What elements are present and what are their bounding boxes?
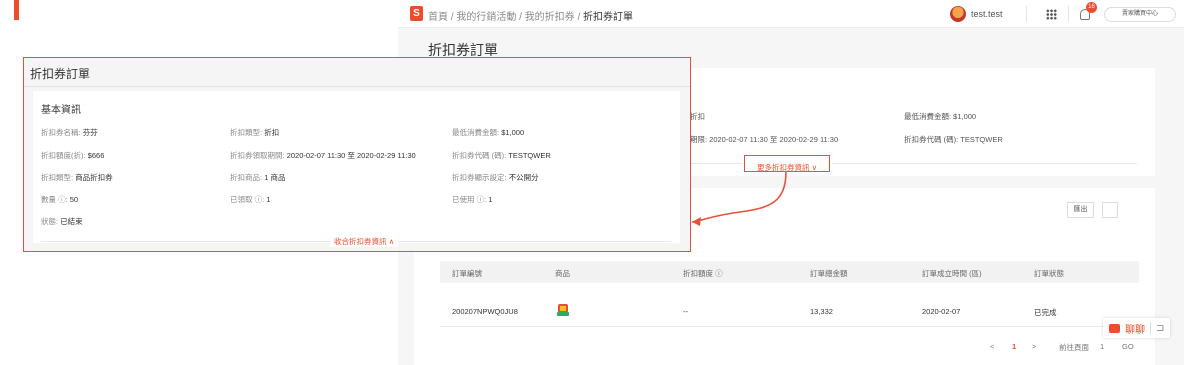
user-avatar-icon — [950, 6, 966, 22]
field-value: 1 商品 — [264, 173, 286, 182]
info-field: 折扣券顯示設定: 不公開分 — [452, 172, 539, 183]
goto-page-label: 前往頁面 — [1059, 343, 1089, 352]
order-total: 13,332 — [810, 307, 833, 316]
prev-page-button[interactable]: < — [990, 342, 994, 351]
divider — [1068, 6, 1069, 22]
field-label: 折扣商品: — [230, 173, 263, 182]
field-value: $1,000 — [501, 128, 525, 137]
section-title: 基本資訊 — [41, 105, 81, 116]
side-accent-bar — [14, 0, 19, 20]
divider — [690, 163, 742, 164]
field-label: 已使用 ⓘ: — [452, 195, 487, 204]
apps-grid-icon[interactable] — [1046, 9, 1057, 20]
field-value: TESTQWER — [508, 151, 551, 160]
field-value: 已結束 — [60, 217, 83, 226]
export-button[interactable]: 匯出 — [1067, 202, 1094, 218]
collapse-voucher-info-link[interactable]: 收合折扣券資訊 ∧ — [330, 236, 399, 247]
list-view-icon[interactable] — [1102, 202, 1118, 218]
panel-title: 折扣券訂單 — [30, 67, 91, 81]
field-label: 折扣類型: — [41, 173, 74, 182]
breadcrumb-separator: / — [450, 12, 454, 23]
highlight-box — [744, 155, 830, 172]
column-header: 訂單編號 — [452, 269, 482, 278]
info-field: 折扣 — [690, 112, 705, 121]
info-field: 折扣商品: 1 商品 — [230, 172, 285, 183]
field-value: 1 — [266, 195, 271, 204]
shopee-logo-icon[interactable]: S — [410, 6, 423, 21]
divider — [1150, 322, 1151, 334]
field-label: 折扣券名稱: — [41, 128, 81, 137]
user-menu[interactable]: test.test — [950, 5, 1003, 23]
go-button[interactable]: GO — [1122, 342, 1134, 351]
field-label: 折扣券領取期間: — [230, 151, 285, 160]
chat-widget[interactable]: 聊聊 ⊐ — [1103, 318, 1171, 338]
info-field: 已使用 ⓘ: 1 — [452, 194, 492, 205]
column-header: 折扣額度 ⓘ — [683, 269, 723, 278]
info-field: 折扣券領取期間: 2020-02-07 11:30 至 2020-02-29 1… — [230, 150, 416, 161]
field-label: 已領取 ⓘ: — [230, 195, 265, 204]
breadcrumb-home[interactable]: 首頁 — [428, 12, 448, 23]
divider — [832, 163, 1137, 164]
divider — [24, 86, 690, 87]
next-page-button[interactable]: > — [1032, 342, 1036, 351]
field-value: 1 — [488, 195, 493, 204]
info-field: 折扣券代碼 (碼): TESTQWER — [904, 135, 1003, 144]
field-label: 折扣類型: — [230, 128, 263, 137]
field-label: 折扣券顯示設定: — [452, 173, 507, 182]
info-field: 折扣額度(折): $666 — [41, 150, 104, 161]
field-value: 芬芬 — [82, 128, 98, 137]
order-created: 2020-02-07 — [922, 307, 961, 316]
field-value: 不公開分 — [508, 173, 539, 182]
field-label: 數量 ⓘ: — [41, 195, 68, 204]
column-header: 商品 — [555, 269, 570, 278]
info-field: 狀態: 已結束 — [41, 216, 83, 227]
field-value: 折扣 — [264, 128, 280, 137]
field-label: 折扣額度(折): — [41, 151, 86, 160]
breadcrumb: 首頁 / 我的行銷活動 / 我的折扣券 / 折扣券訂單 — [428, 8, 633, 23]
field-label: 狀態: — [41, 217, 59, 226]
breadcrumb-separator: / — [577, 12, 581, 23]
field-label: 最低消費金額: — [452, 128, 500, 137]
info-field: 折扣券代碼 (碼): TESTQWER — [452, 150, 551, 161]
info-field: 折扣類型: 商品折扣券 — [41, 172, 113, 183]
zoomed-voucher-info-panel: 折扣券訂單 基本資訊 折扣券名稱: 芬芬 折扣類型: 折扣 最低消費金額: $1… — [23, 57, 691, 252]
breadcrumb-marketing[interactable]: 我的行銷活動 — [456, 12, 516, 23]
seller-center-button[interactable]: 賣家購買中心 — [1104, 7, 1176, 22]
column-header: 訂單成立時間 (區) — [922, 269, 982, 278]
current-page[interactable]: 1 — [1012, 342, 1016, 351]
divider — [440, 326, 1139, 327]
order-discount: -- — [683, 307, 688, 316]
order-status: 已完成 — [1034, 308, 1057, 317]
username: test.test — [971, 9, 1003, 19]
field-value: 商品折扣券 — [75, 173, 113, 182]
chat-icon — [1109, 323, 1120, 333]
field-value: $666 — [87, 151, 105, 160]
info-field: 最低消費金額: $1,000 — [452, 127, 524, 138]
info-field: 折扣類型: 折扣 — [230, 127, 279, 138]
minimize-chat-icon[interactable]: ⊐ — [1156, 323, 1164, 334]
breadcrumb-current: 折扣券訂單 — [583, 12, 634, 23]
info-field: 期限: 2020-02-07 11:30 至 2020-02-29 11:30 — [690, 135, 839, 144]
column-header: 訂單總金額 — [810, 269, 848, 278]
breadcrumb-vouchers[interactable]: 我的折扣券 — [525, 12, 575, 23]
field-label: 折扣券代碼 (碼): — [452, 151, 507, 160]
field-value: 2020-02-07 11:30 至 2020-02-29 11:30 — [286, 151, 416, 160]
info-field: 最低消費金額: $1,000 — [904, 112, 977, 121]
info-field: 折扣券名稱: 芬芬 — [41, 127, 98, 138]
screenshot-root: S 首頁 / 我的行銷活動 / 我的折扣券 / 折扣券訂單 test.test … — [0, 0, 1184, 365]
basic-info-card: 基本資訊 折扣券名稱: 芬芬 折扣類型: 折扣 最低消費金額: $1,000 折… — [33, 91, 680, 247]
order-id[interactable]: 200207NPWQ0JU8 — [452, 307, 518, 316]
notification-badge: 16 — [1086, 2, 1097, 13]
info-field: 數量 ⓘ: 50 — [41, 194, 78, 205]
top-navigation-bar: S 首頁 / 我的行銷活動 / 我的折扣券 / 折扣券訂單 test.test … — [398, 0, 1184, 28]
goto-page-input[interactable]: 1 — [1100, 342, 1104, 351]
column-header: 訂單狀態 — [1034, 269, 1064, 278]
chat-label: 聊聊 — [1125, 324, 1145, 336]
info-field: 已領取 ⓘ: 1 — [230, 194, 270, 205]
breadcrumb-separator: / — [519, 12, 522, 23]
product-thumbnail[interactable] — [555, 302, 571, 318]
field-value: 50 — [69, 195, 79, 204]
divider — [1026, 6, 1027, 22]
